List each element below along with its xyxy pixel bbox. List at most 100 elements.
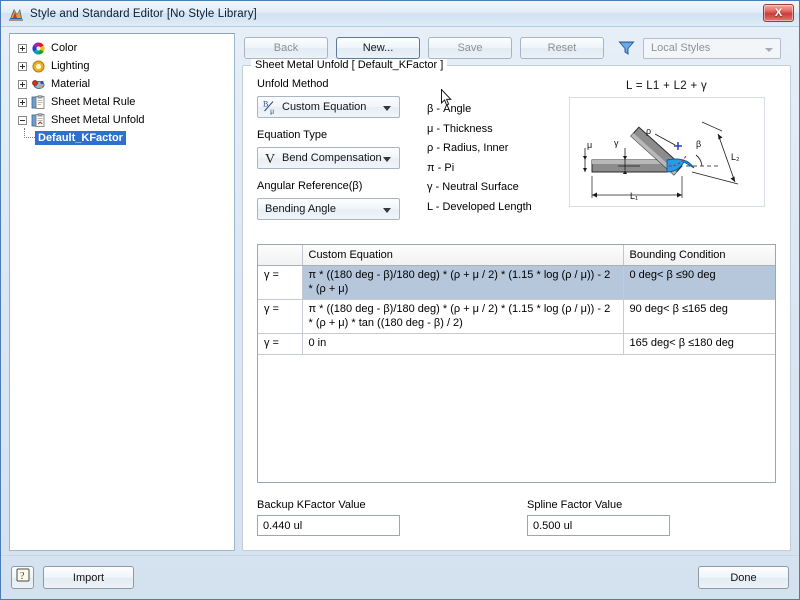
backup-kfactor-input[interactable]: 0.440 ul [257,515,400,536]
row-condition[interactable]: 165 deg< β ≤180 deg [623,333,775,355]
tree-item-label: Default_KFactor [35,131,126,145]
expand-sheet-metal-rule-icon[interactable] [18,97,27,107]
backup-kfactor-group: Backup KFactor Value 0.440 ul [257,499,465,536]
editor-panel: Back New... Save Reset Local Styles Shee… [242,33,791,551]
bend-diagram: ρ μ γ β L₁ L₂ [568,97,765,207]
import-button[interactable]: Import [43,566,134,589]
svg-text:μ: μ [270,107,274,116]
done-button[interactable]: Done [698,566,789,589]
style-tree-panel[interactable]: Color Lighting Material Sheet Metal Rule… [9,33,235,551]
row-var: γ = [258,265,303,300]
row-equation[interactable]: π * ((180 deg - β)/180 deg) * (ρ + μ / 2… [302,265,624,300]
tree-item-material[interactable]: Material [14,75,231,93]
table-row[interactable]: γ = π * ((180 deg - β)/180 deg) * (ρ + μ… [258,299,775,334]
legend-item: L - Developed Length [427,200,532,213]
equations-table-container[interactable]: Custom Equation Bounding Condition γ = π… [257,244,776,483]
unfold-method-dropdown[interactable]: B μ Custom Equation [257,96,400,118]
tree-item-label: Material [51,78,91,90]
unfold-method-value: Custom Equation [282,101,367,113]
tree-item-label: Color [51,42,78,54]
legend-item: π - Pi [427,161,455,174]
row-var: γ = [258,333,303,355]
svg-text:V: V [265,152,275,166]
v-bend-icon: V [262,150,279,167]
row-equation[interactable]: π * ((180 deg - β)/180 deg) * (ρ + μ / 2… [302,299,624,334]
row-var: γ = [258,299,303,334]
column-header-equation: Custom Equation [302,245,624,266]
color-wheel-icon [31,41,46,56]
top-section: Unfold Method B μ Custom Equation Equati… [257,78,776,228]
style-filter-dropdown[interactable]: Local Styles [643,37,781,59]
spline-factor-input[interactable]: 0.500 ul [527,515,670,536]
angular-reference-dropdown[interactable]: Bending Angle [257,198,400,220]
window-title: Style and Standard Editor [No Style Libr… [30,7,257,20]
svg-text:ρ: ρ [646,126,651,136]
help-button[interactable]: ? [11,566,34,589]
spline-factor-label: Spline Factor Value [527,499,623,511]
expand-color-icon[interactable] [18,43,27,53]
new-button[interactable]: New... [336,37,420,59]
row-condition[interactable]: 0 deg< β ≤90 deg [623,265,775,300]
svg-text:L₁: L₁ [630,191,638,201]
groupbox-title: Sheet Metal Unfold [ Default_KFactor ] [251,59,448,71]
row-equation[interactable]: 0 in [302,333,624,355]
svg-text:L₂: L₂ [731,152,740,162]
tree-item-default-kfactor[interactable]: Default_KFactor [14,128,231,147]
tree-item-color[interactable]: Color [14,39,231,57]
style-standard-editor-window: Style and Standard Editor [No Style Libr… [0,0,800,600]
save-button[interactable]: Save [428,37,512,59]
column-header-bounding-condition: Bounding Condition [623,245,775,266]
main-content: Color Lighting Material Sheet Metal Rule… [9,33,791,551]
sheet-metal-unfold-groupbox: Sheet Metal Unfold [ Default_KFactor ] U… [242,59,791,551]
svg-text:β: β [696,139,701,149]
collapse-sheet-metal-unfold-icon[interactable] [18,115,27,125]
close-button[interactable]: X [763,4,794,22]
tree-item-label: Lighting [51,60,90,72]
svg-text:γ: γ [614,138,619,148]
table-empty-area[interactable] [258,354,775,482]
style-editor-icon [8,6,24,22]
dialog-footer: ? Import Done [1,555,799,599]
legend-item: ρ - Radius, Inner [427,142,509,154]
close-icon: X [774,6,783,19]
legend-item: γ - Neutral Surface [427,181,519,193]
unfold-method-label: Unfold Method [257,78,329,90]
table-row[interactable]: γ = π * ((180 deg - β)/180 deg) * (ρ + μ… [258,265,775,300]
table-header-row: Custom Equation Bounding Condition [258,245,775,266]
expand-lighting-icon[interactable] [18,61,27,71]
equation-type-dropdown[interactable]: V Bend Compensation [257,147,400,169]
developed-length-formula: L = L1 + L2 + γ [625,80,708,92]
legend-item: μ - Thickness [427,122,493,135]
style-filter-value: Local Styles [651,42,711,54]
sheet-metal-rule-icon [31,94,46,110]
b-over-mu-icon: B μ [262,99,279,116]
svg-text:μ: μ [587,140,592,150]
tree-item-lighting[interactable]: Lighting [14,57,231,75]
bend-diagram-area: L = L1 + L2 + γ ρ μ γ β L₁ L₂ [557,78,776,228]
title-bar: Style and Standard Editor [No Style Libr… [1,1,799,27]
funnel-icon[interactable] [618,40,635,56]
column-header-var [258,245,303,266]
angular-reference-label: Angular Reference(β) [257,180,363,192]
chevron-down-icon [383,208,391,213]
material-icon [31,77,46,92]
tree-item-sheet-metal-unfold[interactable]: Sheet Metal Unfold [14,111,231,129]
tree-connector [24,128,35,138]
tree-item-label: Sheet Metal Rule [51,96,136,108]
lighting-icon [31,59,46,74]
expand-material-icon[interactable] [18,79,27,89]
equations-table: Custom Equation Bounding Condition γ = π… [258,245,775,355]
chevron-down-icon [765,47,773,52]
svg-text:?: ? [20,571,25,582]
help-question-icon: ? [16,568,30,587]
window-body: Color Lighting Material Sheet Metal Rule… [1,27,799,551]
table-row[interactable]: γ = 0 in 165 deg< β ≤180 deg [258,333,775,355]
backup-kfactor-label: Backup KFactor Value [257,499,366,511]
row-condition[interactable]: 90 deg< β ≤165 deg [623,299,775,334]
factor-fields: Backup KFactor Value 0.440 ul Spline Fac… [257,499,776,540]
back-button[interactable]: Back [244,37,328,59]
unfold-controls: Unfold Method B μ Custom Equation Equati… [257,78,407,228]
reset-button[interactable]: Reset [520,37,604,59]
equation-type-value: Bend Compensation [282,152,382,164]
tree-item-sheet-metal-rule[interactable]: Sheet Metal Rule [14,93,231,111]
